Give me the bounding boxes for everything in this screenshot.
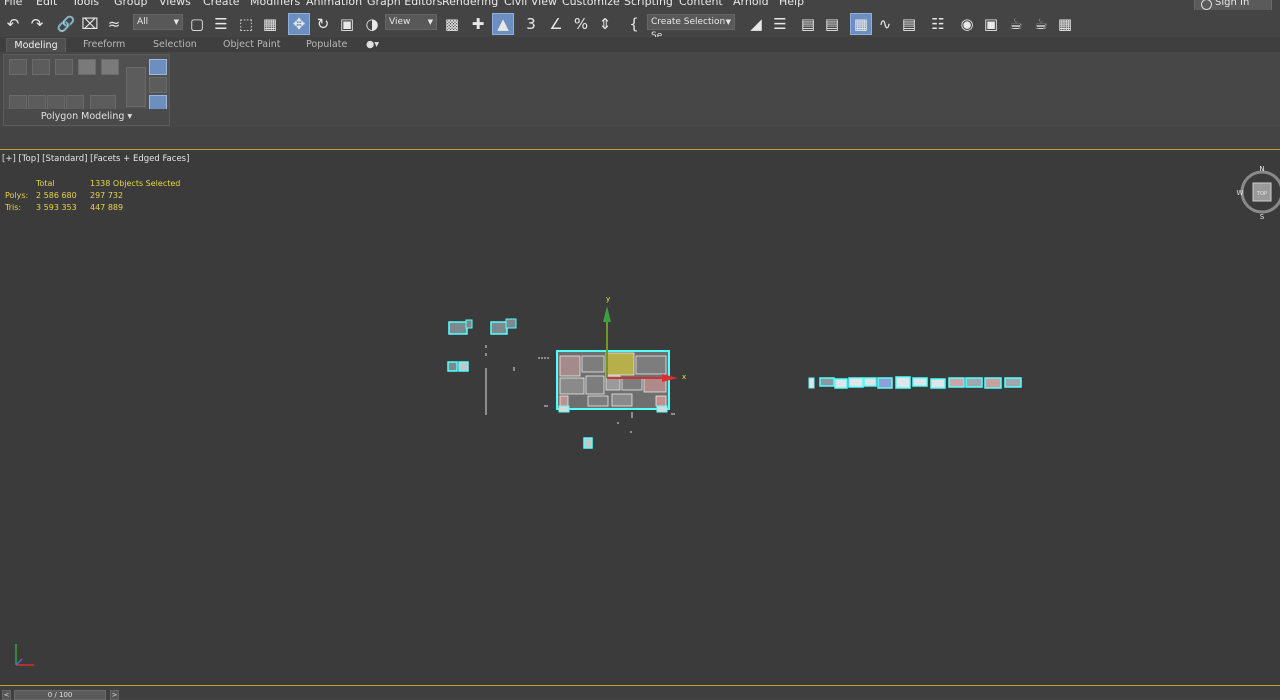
small-object-bottom[interactable]: [583, 437, 593, 449]
menu-tools[interactable]: Tools: [72, 0, 99, 8]
align-icon[interactable]: ☰: [769, 13, 791, 35]
previous-modifier-icon[interactable]: [149, 77, 167, 93]
polygon-modeling-panel: Polygon Modeling ▾: [3, 54, 170, 126]
menu-customize[interactable]: Customize: [562, 0, 620, 8]
menu-civil-view[interactable]: Civil View: [504, 0, 557, 8]
placement-icon[interactable]: ◑: [361, 13, 383, 35]
schematic-icon[interactable]: ☷: [927, 13, 949, 35]
time-slider[interactable]: < 0 / 100 >: [0, 685, 1280, 700]
scene-explorer-icon[interactable]: ▤: [821, 13, 843, 35]
gizmo-x-label: x: [682, 373, 686, 381]
move-icon[interactable]: ✥: [288, 13, 310, 35]
render-icon[interactable]: ☕: [1030, 13, 1052, 35]
world-axis-tripod: [15, 644, 34, 666]
menu-arnold[interactable]: Arnold: [733, 0, 769, 8]
tab-populate[interactable]: Populate: [306, 38, 347, 52]
select-object-icon[interactable]: ▢: [186, 13, 208, 35]
floor-plan-model[interactable]: [556, 350, 670, 413]
render-iterative-icon[interactable]: ▦: [1054, 13, 1076, 35]
named-selection-dropdown[interactable]: Create Selection Se ▼: [647, 14, 735, 41]
layer-explorer-icon[interactable]: ▤: [797, 13, 819, 35]
link-icon[interactable]: 🔗: [55, 13, 77, 35]
percent-snap-icon[interactable]: %: [570, 13, 592, 35]
menu-group[interactable]: Group: [114, 0, 148, 8]
ribbon-tabs: Modeling Freeform Selection Object Paint…: [0, 37, 1280, 52]
select-manipulate-icon[interactable]: ✚: [467, 13, 489, 35]
curve-editor-icon[interactable]: ∿: [874, 13, 896, 35]
main-toolbar: ↶ ↷ 🔗 ⌧ ≈ All ▼ ▢ ☰ ⬚ ▦ ✥ ↻ ▣ ◑ View ▼ ▩ ✚…: [0, 10, 1280, 41]
menu-modifiers[interactable]: Modifiers: [250, 0, 300, 8]
tab-modeling[interactable]: Modeling: [6, 38, 66, 52]
scale-icon[interactable]: ▣: [336, 13, 358, 35]
tab-object-paint[interactable]: Object Paint: [223, 38, 280, 52]
edit-named-sel-icon[interactable]: {: [623, 13, 645, 35]
chevron-down-icon: ▾: [127, 111, 133, 122]
generate-topology-icon[interactable]: [126, 67, 146, 107]
menu-rendering[interactable]: Rendering: [442, 0, 498, 8]
ribbon-panel: Polygon Modeling ▾: [0, 52, 1280, 128]
menu-graph-editors[interactable]: Graph Editors: [367, 0, 443, 8]
keyboard-shortcut-override-icon[interactable]: ▲: [492, 13, 514, 35]
small-object-cluster-2[interactable]: [490, 318, 517, 335]
chevron-down-icon: ▼: [725, 18, 731, 26]
sign-in-label: Sign In: [1215, 0, 1250, 8]
edge-icon[interactable]: [32, 59, 50, 75]
small-object-cluster-3[interactable]: [447, 361, 469, 372]
spinner-snap-icon[interactable]: ⇕: [594, 13, 616, 35]
angle-snap-icon[interactable]: ∠: [545, 13, 567, 35]
ref-coord-dropdown[interactable]: View ▼: [385, 14, 437, 30]
ribbon-viewport-separator: [0, 127, 1280, 149]
polygon-icon[interactable]: [78, 59, 96, 75]
select-by-name-icon[interactable]: ☰: [210, 13, 232, 35]
ribbon-toggle-icon[interactable]: ▦: [850, 13, 872, 35]
render-frame-icon[interactable]: ☕: [1005, 13, 1027, 35]
vertex-icon[interactable]: [9, 59, 27, 75]
polygon-modeling-dropdown[interactable]: Polygon Modeling ▾: [4, 109, 169, 125]
unlink-icon[interactable]: ⌧: [79, 13, 101, 35]
scene-geometry: y x: [15, 295, 1022, 666]
menu-help[interactable]: Help: [779, 0, 804, 8]
tab-selection[interactable]: Selection: [153, 38, 197, 52]
menu-animation[interactable]: Animation: [306, 0, 362, 8]
bind-spacewarp-icon[interactable]: ≈: [103, 13, 125, 35]
pivot-icon[interactable]: ▩: [441, 13, 463, 35]
selection-filter-value: All: [137, 17, 149, 27]
render-setup-icon[interactable]: ▣: [980, 13, 1002, 35]
menu-create[interactable]: Create: [203, 0, 240, 8]
show-end-result-icon[interactable]: [149, 59, 167, 75]
window-crossing-icon[interactable]: ▦: [259, 13, 281, 35]
tab-freeform[interactable]: Freeform: [83, 38, 125, 52]
chevron-down-icon: ▼: [173, 18, 179, 26]
menu-scripting[interactable]: Scripting: [624, 0, 673, 8]
undo-icon[interactable]: ↶: [2, 13, 24, 35]
material-editor-icon[interactable]: ◉: [956, 13, 978, 35]
ref-coord-value: View: [389, 17, 411, 27]
user-icon: [1201, 0, 1212, 10]
small-object-cluster-1[interactable]: [448, 319, 473, 335]
chevron-down-icon: ▼: [427, 18, 433, 26]
redo-icon[interactable]: ↷: [26, 13, 48, 35]
object-row-right[interactable]: [808, 376, 1022, 389]
snap-3d-icon[interactable]: 3: [520, 13, 542, 35]
menu-bar: File Edit Tools Group Views Create Modif…: [0, 0, 1280, 10]
menu-file[interactable]: File: [4, 0, 22, 8]
element-icon[interactable]: [101, 59, 119, 75]
polygon-modeling-label: Polygon Modeling: [40, 111, 125, 122]
viewport-top[interactable]: [+] [Top] [Standard] [Facets + Edged Fac…: [0, 149, 1280, 685]
dope-sheet-icon[interactable]: ▤: [898, 13, 920, 35]
menu-edit[interactable]: Edit: [36, 0, 57, 8]
gizmo-y-label: y: [606, 295, 610, 303]
menu-content[interactable]: Content: [679, 0, 723, 8]
rect-region-icon[interactable]: ⬚: [235, 13, 257, 35]
sign-in-button[interactable]: Sign In: [1194, 0, 1272, 10]
mirror-icon[interactable]: ◢: [745, 13, 767, 35]
border-icon[interactable]: [55, 59, 73, 75]
rotate-icon[interactable]: ↻: [312, 13, 334, 35]
ribbon-options-icon[interactable]: ●▾: [366, 38, 379, 52]
menu-views[interactable]: Views: [159, 0, 191, 8]
selection-filter-dropdown[interactable]: All ▼: [133, 14, 183, 30]
